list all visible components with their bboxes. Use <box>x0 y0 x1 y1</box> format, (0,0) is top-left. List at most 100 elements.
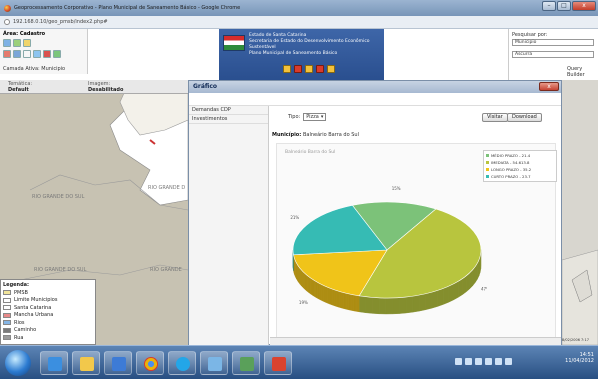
pie-slice-side <box>378 297 387 315</box>
clock[interactable]: 14:51 11/04/2012 <box>565 352 594 364</box>
minimize-button[interactable]: – <box>542 1 556 11</box>
start-button[interactable] <box>5 350 31 376</box>
pie-slice-side <box>341 291 345 309</box>
measure-icon[interactable] <box>13 50 21 58</box>
legend-title: Legenda: <box>3 282 30 288</box>
legend-item: Mancha Urbana <box>3 312 93 320</box>
pie-slice-side <box>399 296 407 314</box>
query-builder-link[interactable]: Query Builder <box>567 66 598 78</box>
legend-list: PMSB Limite Municipios Santa Catarina Manch… <box>3 289 93 342</box>
taskbar-network[interactable] <box>200 351 228 375</box>
pie-slice-side <box>356 295 360 313</box>
pie-slice-side <box>329 287 333 306</box>
map-label-4: RIO GRANDE <box>150 267 182 273</box>
chart-legend-label: IMEDIATA - 54.613.8 <box>491 160 530 165</box>
chart-legend-swatch <box>486 161 489 164</box>
search-value-select[interactable]: Ascurra <box>512 51 594 58</box>
map-label-3: RIO GRANDE DO SUL <box>34 267 87 273</box>
chart-legend-item: MÉDIO PRAZO - 21.4 <box>486 152 554 159</box>
search-type-select[interactable]: Municipio <box>512 39 594 46</box>
legend-swatch <box>3 327 11 333</box>
taskbar-app[interactable] <box>232 351 260 375</box>
chart-legend-label: CURTO PRAZO - 23.7 <box>491 174 531 179</box>
area-label: Área: Cadastro <box>3 31 46 37</box>
pie-slice-label: 21% <box>290 215 299 220</box>
chart-icon[interactable] <box>305 65 313 73</box>
pan-icon[interactable] <box>23 39 31 47</box>
refresh-icon[interactable] <box>53 50 61 58</box>
tematica-bar: Temática: Default Imagem: Desabilitado <box>0 80 188 94</box>
maximize-button[interactable]: □ <box>557 1 571 11</box>
pie-slice-side <box>392 297 400 315</box>
imagem-value[interactable]: Desabilitado <box>88 87 123 93</box>
layer-icon[interactable] <box>33 50 41 58</box>
pie-slice-label: 47% <box>481 287 487 292</box>
info-icon[interactable] <box>23 50 31 58</box>
taskbar-explorer[interactable] <box>72 351 100 375</box>
taskbar-skype[interactable] <box>168 351 196 375</box>
chart-panel: Balneário Barra do Sul 15%47%19%21% MÉDI… <box>276 143 557 339</box>
address-bar[interactable]: 192.168.0.10/geo_pmsb/index2.php# <box>0 16 598 29</box>
close-window-button[interactable]: x <box>572 1 596 11</box>
taskbar-ie[interactable] <box>40 351 68 375</box>
help-icon[interactable] <box>316 65 324 73</box>
santa-catarina-flag-icon <box>223 35 245 51</box>
zoom-in-icon[interactable] <box>3 39 11 47</box>
select-icon[interactable] <box>3 50 11 58</box>
legend-label: Rios <box>14 319 25 326</box>
pie-slice-side <box>331 288 335 307</box>
taskbar-chrome[interactable] <box>136 351 164 375</box>
horizontal-scrollbar[interactable] <box>270 337 561 345</box>
dialog-close-button[interactable]: x <box>539 82 559 91</box>
map-legend: Legenda: PMSB Limite Municipios Santa Cata… <box>0 279 96 345</box>
tematica-value[interactable]: Default <box>8 87 29 93</box>
pie-slice-side <box>321 284 324 302</box>
tipo-select[interactable]: Pizza ▾ <box>303 113 327 121</box>
volume-icon[interactable] <box>495 358 502 365</box>
banner-line-3: Plano Municipal de Saneamento Básico <box>249 51 338 56</box>
pie-slice-side <box>406 295 414 314</box>
network-tray-icon[interactable] <box>505 358 512 365</box>
legend-label: Santa Catarina <box>14 304 52 311</box>
legend-item: Santa Catarina <box>3 304 93 312</box>
print-icon[interactable] <box>294 65 302 73</box>
tray-icons <box>455 358 512 365</box>
pie-slice-side <box>306 274 308 293</box>
taskbar-pdf[interactable] <box>264 351 292 375</box>
taskbar-media[interactable] <box>104 351 132 375</box>
tool-panel: Área: Cadastro Camada Ativa: Municipio <box>0 29 88 74</box>
municipio-label: Município: <box>272 132 302 138</box>
tray-icon-3[interactable] <box>475 358 482 365</box>
pie-slice-side <box>442 286 449 305</box>
zoom-out-icon[interactable] <box>13 39 21 47</box>
delete-icon[interactable] <box>43 50 51 58</box>
pie-slice-side <box>372 297 380 315</box>
menu-item-demandas[interactable]: Demandas CDP <box>189 106 268 115</box>
legend-item: Rua <box>3 334 93 342</box>
url-text[interactable]: 192.168.0.10/geo_pmsb/index2.php# <box>13 19 108 25</box>
download-button[interactable]: Download <box>507 113 542 122</box>
legend-item: Rios <box>3 319 93 327</box>
tray-icon-4[interactable] <box>485 358 492 365</box>
chrome-icon <box>144 357 158 371</box>
tray-icon-1[interactable] <box>455 358 462 365</box>
pie-slice-side <box>309 276 312 295</box>
exit-icon[interactable] <box>327 65 335 73</box>
visitar-button[interactable]: Visitar <box>482 113 508 122</box>
banner-line-2: Secretaria de Estado do Desenvolvimento … <box>249 39 370 50</box>
home-icon[interactable] <box>283 65 291 73</box>
map-view-right[interactable]: 8/02/2006 7:17 <box>562 80 598 345</box>
legend-swatch <box>3 290 11 296</box>
dialog-title-bar[interactable]: Gráfico <box>189 81 561 93</box>
pie-slice-side <box>346 293 350 311</box>
legend-swatch <box>3 305 11 311</box>
dialog-body: Tipo: Pizza ▾ Visitar Download Município… <box>270 106 561 346</box>
dialog-title: Gráfico <box>193 83 218 90</box>
browser-title-bar: Geoprocessamento Corporativo - Plano Mun… <box>0 0 598 16</box>
menu-item-investimentos[interactable]: Investimentos <box>189 115 268 124</box>
tray-icon-2[interactable] <box>465 358 472 365</box>
map-label-2: RIO GRANDE D <box>148 185 186 191</box>
chart-legend-item: CURTO PRAZO - 23.7 <box>486 173 554 180</box>
camada-label: Camada Ativa: Municipio <box>3 66 66 72</box>
pie-slice-side <box>365 296 373 314</box>
